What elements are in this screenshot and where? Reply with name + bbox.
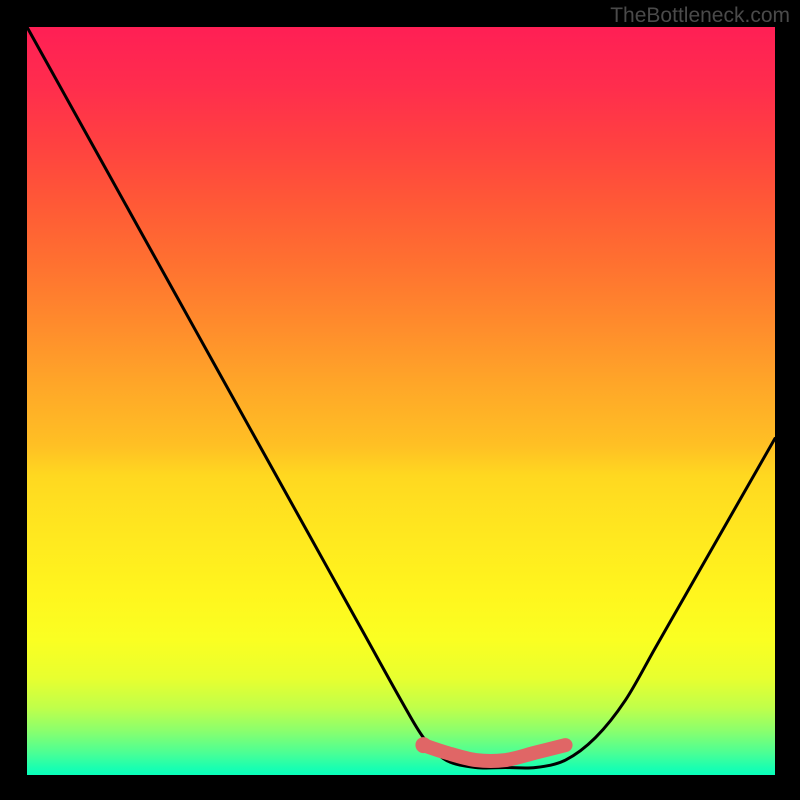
chart-plot-area: [27, 27, 775, 775]
highlight-band: [423, 745, 565, 761]
chart-svg: [27, 27, 775, 775]
watermark-text: TheBottleneck.com: [610, 4, 790, 28]
bottleneck-curve: [27, 27, 775, 768]
highlight-start-dot: [415, 737, 431, 753]
